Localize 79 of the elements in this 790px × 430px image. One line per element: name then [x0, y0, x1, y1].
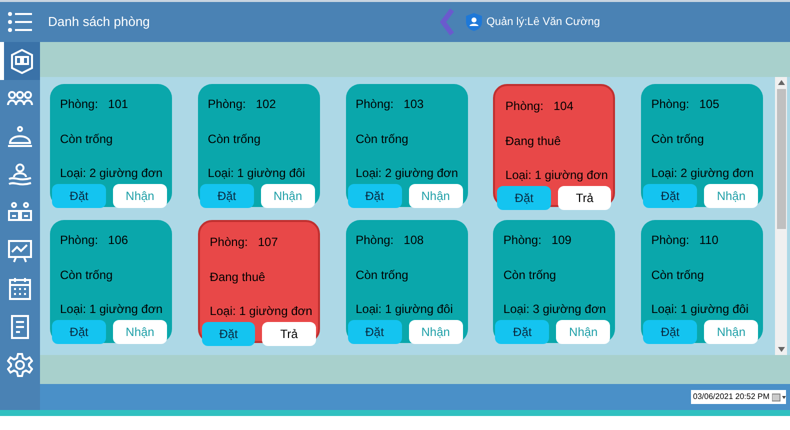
room-number: 102	[256, 96, 276, 114]
person-hand-icon	[7, 162, 33, 188]
room-status: Còn trống	[354, 267, 410, 284]
book-button[interactable]: Đặt	[348, 184, 402, 208]
building-icon	[9, 48, 35, 74]
date-picker[interactable]: 03/06/2021 20:52 PM	[691, 390, 786, 404]
room-type: Loại: 2 giường đơn	[354, 165, 460, 182]
room-number: 105	[699, 96, 720, 114]
settings-icon	[7, 352, 33, 378]
scroll-thumb[interactable]	[776, 89, 786, 230]
room-label: Phòng:	[356, 96, 394, 114]
room-number: 107	[258, 234, 278, 252]
checkout-button[interactable]: Trả	[262, 322, 316, 346]
book-button[interactable]: Đặt	[202, 322, 256, 346]
scroll-up-icon[interactable]	[778, 80, 784, 86]
scroll-down-icon[interactable]	[778, 346, 784, 352]
room-label: Phòng:	[503, 232, 542, 250]
room-status: Còn trống	[650, 131, 705, 148]
room-number: 106	[108, 232, 128, 250]
book-button[interactable]: Đặt	[643, 184, 698, 208]
book-button[interactable]: Đặt	[495, 320, 550, 344]
room-number: 103	[404, 96, 424, 114]
room-card[interactable]: Phòng: 104 Đang thuê Loại: 1 giường đơn Đặt Trả	[493, 84, 616, 208]
room-card[interactable]: Phòng: 107 Đang thuê Loại: 1 giường đơn Đặt Trả	[198, 220, 320, 344]
room-label: Phòng:	[651, 96, 690, 114]
room-type: Loại: 1 giường đơn	[504, 167, 609, 184]
room-type: Loại: 1 giường đôi	[206, 165, 306, 182]
room-status: Còn trống	[502, 267, 558, 284]
calendar-dropdown-icon[interactable]	[772, 392, 786, 402]
book-button[interactable]: Đặt	[348, 320, 402, 344]
room-label: Phòng:	[60, 96, 98, 114]
room-card[interactable]: Phòng: 101 Còn trống Loại: 2 giường đơn Đặt Nhận	[50, 84, 172, 208]
room-label: Phòng:	[210, 234, 248, 252]
page-title: Danh sách phòng	[48, 13, 150, 32]
room-card[interactable]: Phòng: 110 Còn trống Loại: 1 giường đôi Đặt Nhận	[641, 220, 764, 344]
room-type: Loại: 1 giường đôi	[650, 301, 750, 318]
room-status: Đang thuê	[208, 269, 266, 286]
book-button[interactable]: Đặt	[52, 320, 106, 344]
room-type: Loại: 1 giường đơn	[59, 301, 164, 318]
book-button[interactable]: Đặt	[200, 184, 254, 208]
room-status: Còn trống	[650, 267, 705, 284]
room-card[interactable]: Phòng: 106 Còn trống Loại: 1 giường đơn Đặt Nhận	[50, 220, 172, 344]
room-label: Phòng:	[60, 232, 98, 250]
room-status: Còn trống	[354, 131, 410, 148]
room-label: Phòng:	[208, 96, 246, 114]
room-card[interactable]: Phòng: 109 Còn trống Loại: 3 giường đơn Đặt Nhận	[493, 220, 616, 344]
presentation-chart-icon	[7, 238, 33, 264]
room-type: Loại: 3 giường đơn	[502, 301, 607, 318]
room-number: 108	[404, 232, 424, 250]
room-status: Còn trống	[206, 131, 262, 148]
room-card[interactable]: Phòng: 102 Còn trống Loại: 1 giường đôi Đặt Nhận	[198, 84, 320, 208]
date-value: 03/06/2021 20:52 PM	[692, 391, 771, 404]
room-number: 109	[551, 232, 572, 250]
room-type: Loại: 2 giường đơn	[650, 165, 755, 182]
room-label: Phòng:	[651, 232, 690, 250]
room-card[interactable]: Phòng: 108 Còn trống Loại: 1 giường đôi Đặt Nhận	[346, 220, 468, 344]
checkout-button[interactable]: Trả	[558, 186, 612, 210]
book-button[interactable]: Đặt	[497, 186, 551, 210]
room-label: Phòng:	[356, 232, 394, 250]
room-type: Loại: 1 giường đơn	[208, 303, 314, 320]
book-button[interactable]: Đặt	[643, 320, 698, 344]
room-card[interactable]: Phòng: 103 Còn trống Loại: 2 giường đơn Đặt Nhận	[346, 84, 468, 208]
room-type: Loại: 1 giường đôi	[354, 301, 454, 318]
room-label: Phòng:	[505, 98, 544, 116]
room-status: Còn trống	[59, 267, 114, 284]
room-status: Còn trống	[59, 131, 114, 148]
room-number: 110	[699, 232, 718, 250]
sidebar-item[interactable]	[0, 42, 40, 80]
room-number: 104	[553, 98, 574, 116]
room-status: Đang thuê	[504, 133, 562, 150]
user-shield-icon	[466, 13, 482, 31]
calendar-icon	[7, 276, 33, 302]
room-number: 101	[108, 96, 128, 114]
service-bell-icon	[7, 124, 33, 150]
scrollbar[interactable]	[775, 77, 787, 355]
user-name: Quản lý:Lê Văn Cường	[486, 14, 600, 30]
book-button[interactable]: Đặt	[52, 184, 106, 208]
room-card[interactable]: Phòng: 105 Còn trống Loại: 2 giường đơn Đặt Nhận	[641, 84, 764, 208]
room-type: Loại: 2 giường đơn	[59, 165, 164, 182]
